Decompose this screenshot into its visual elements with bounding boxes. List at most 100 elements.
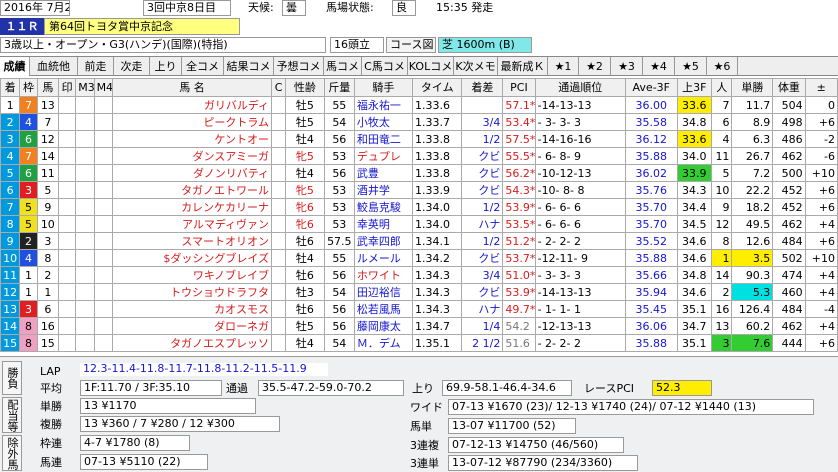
- col-header-13[interactable]: PCI: [502, 78, 536, 97]
- col-header-14[interactable]: 通過順位: [534, 78, 626, 97]
- cell-着: 13: [0, 300, 21, 318]
- cell-馬名[interactable]: ピークトラム: [111, 113, 273, 131]
- cell-枠: 7: [19, 96, 38, 114]
- cell-枠: 4: [19, 249, 38, 267]
- cell-±: +4: [804, 317, 838, 335]
- tab-4[interactable]: 上り: [150, 57, 182, 76]
- cell-馬名[interactable]: $ダッシングブレイズ: [111, 249, 273, 267]
- cell-M4: [93, 215, 113, 233]
- cell-印: [58, 266, 77, 284]
- table-row[interactable]: 7 5 9 カレンケカリーナ 牝6 53 鮫島克駿 1.34.0 1/2 53.9* - 6- 6-…: [0, 198, 838, 216]
- table-row[interactable]: 10 4 8 $ダッシングブレイズ 牡4 55 ルメール 1.34.2 クビ 53.7* -12-1…: [0, 249, 838, 267]
- cell-馬名[interactable]: カレンケカリーナ: [111, 198, 273, 216]
- cell-馬名[interactable]: タガノエトワール: [111, 181, 273, 199]
- col-header-6[interactable]: 馬 名: [111, 78, 273, 97]
- table-row[interactable]: 9 2 3 スマートオリオン 牡6 57.5 武幸四郎 1.34.1 1/2 51.2* - 2- …: [0, 232, 838, 250]
- cell-性齢: 牡6: [285, 300, 325, 318]
- table-row[interactable]: 6 3 5 タガノエトワール 牝5 53 酒井学 1.33.9 クビ 54.3* -10- 8- 8…: [0, 181, 838, 199]
- tab-3[interactable]: 次走: [114, 57, 150, 76]
- side-tab-payouts[interactable]: 配当等: [2, 397, 22, 433]
- cell-M3: [75, 283, 95, 301]
- col-header-5[interactable]: M4: [93, 78, 113, 97]
- col-header-11[interactable]: タイム: [411, 78, 463, 97]
- tab-8[interactable]: 馬コメ: [324, 57, 362, 76]
- cell-馬名[interactable]: トウショウドラフタ: [111, 283, 273, 301]
- tab-1[interactable]: 血統他: [30, 57, 78, 76]
- tab-2[interactable]: 前走: [78, 57, 114, 76]
- col-header-15[interactable]: Ave-3F: [624, 78, 678, 97]
- cell-Ave-3F: 36.06: [624, 317, 678, 335]
- col-header-16[interactable]: 上3F: [676, 78, 713, 97]
- tab-5[interactable]: 全コメ: [182, 57, 224, 76]
- cell-体重: 444: [772, 334, 806, 352]
- table-row[interactable]: 14 8 16 ダローネガ 牡5 56 藤岡康太 1.34.7 1/4 54.2 -12-13-13…: [0, 317, 838, 335]
- col-header-10[interactable]: 騎手: [353, 78, 413, 97]
- col-header-3[interactable]: 印: [58, 78, 77, 97]
- cell-着差: 3/4: [461, 113, 504, 131]
- cell-馬: 5: [36, 181, 60, 199]
- tab-16[interactable]: ★4: [643, 57, 675, 76]
- col-header-0[interactable]: 着: [0, 78, 21, 97]
- cell-通過順位: -10- 8- 8: [534, 181, 626, 199]
- table-row[interactable]: 2 4 7 ピークトラム 牡5 54 小牧太 1.33.7 3/4 53.4* - 3- 3- 33…: [0, 113, 838, 131]
- cell-騎手: Ｍ．デム: [353, 334, 413, 352]
- col-header-17[interactable]: 人: [710, 78, 733, 97]
- cell-馬名[interactable]: スマートオリオン: [111, 232, 273, 250]
- table-row[interactable]: 5 6 11 ダノンリバティ 牡4 56 武豊 1.33.8 クビ 56.2* -10-12-13 3…: [0, 164, 838, 182]
- tab-7[interactable]: 予想コメ: [274, 57, 324, 76]
- table-row[interactable]: 15 8 15 タガノエスプレッソ 牡4 54 Ｍ．デム 1.35.1 2 1/2 51.6- 2…: [0, 334, 838, 352]
- cell-単勝: 126.4: [731, 300, 774, 318]
- cell-枠: 3: [19, 181, 38, 199]
- cell-馬名[interactable]: ダローネガ: [111, 317, 273, 335]
- cell-タイム: 1.33.7: [411, 113, 463, 131]
- course-map-button[interactable]: コース図: [386, 37, 436, 53]
- cell-馬名[interactable]: ダノンリバティ: [111, 164, 273, 182]
- cell-着: 11: [0, 266, 21, 284]
- cell-馬名[interactable]: ワキノブレイブ: [111, 266, 273, 284]
- col-header-1[interactable]: 枠: [19, 78, 38, 97]
- table-row[interactable]: 8 5 10 アルマディヴァン 牝6 53 幸英明 1.34.0 ハナ 53.5* - 6- 6- …: [0, 215, 838, 233]
- table-row[interactable]: 4 7 14 ダンスアミーガ 牝5 53 デュプレ 1.33.8 クビ 55.5* - 6- 8- …: [0, 147, 838, 165]
- cell-馬名[interactable]: ダンスアミーガ: [111, 147, 273, 165]
- col-header-20[interactable]: ±: [804, 78, 838, 97]
- tab-17[interactable]: ★5: [675, 57, 707, 76]
- col-header-18[interactable]: 単勝: [731, 78, 774, 97]
- table-row[interactable]: 1 7 13 ガリバルディ 牡5 55 福永祐一 1.33.6 57.1* -14-13-13 36…: [0, 96, 838, 114]
- side-tab-silks[interactable]: 勝負服: [0, 361, 22, 395]
- tab-12[interactable]: 最新成Ｋ: [498, 57, 548, 76]
- table-row[interactable]: 3 6 12 ケントオー 牡4 56 和田竜二 1.33.8 1/2 57.5* -14-16-16…: [0, 130, 838, 148]
- table-row[interactable]: 12 1 1 トウショウドラフタ 牡3 54 田辺裕信 1.34.3 クビ 53.9* -14-13…: [0, 283, 838, 301]
- col-header-4[interactable]: M3: [75, 78, 95, 97]
- tab-14[interactable]: ★2: [579, 57, 611, 76]
- cell-着: 12: [0, 283, 21, 301]
- tab-9[interactable]: C馬コメ: [362, 57, 408, 76]
- tab-10[interactable]: KOLコメ: [408, 57, 454, 76]
- col-header-7[interactable]: C: [271, 78, 287, 97]
- cell-タイム: 1.34.7: [411, 317, 463, 335]
- table-row[interactable]: 13 3 6 カオスモス 牡6 56 松若風馬 1.34.3 ハナ 49.7* - 1- 1- 13…: [0, 300, 838, 318]
- cell-人: 7: [710, 96, 733, 114]
- tab-0[interactable]: 成績: [0, 57, 30, 76]
- side-tab-scratched[interactable]: 除外馬: [2, 435, 22, 471]
- cell-馬名[interactable]: ケントオー: [111, 130, 273, 148]
- table-row[interactable]: 11 1 2 ワキノブレイブ 牡6 56 ホワイト 1.34.3 3/4 51.0* - 3- 3-…: [0, 266, 838, 284]
- cell-馬名[interactable]: タガノエスプレッソ: [111, 334, 273, 352]
- tab-6[interactable]: 結果コメ: [224, 57, 274, 76]
- cell-着: 15: [0, 334, 21, 352]
- col-header-8[interactable]: 性齢: [285, 78, 325, 97]
- tab-18[interactable]: ★6: [707, 57, 738, 76]
- cell-着: 14: [0, 317, 21, 335]
- cell-M4: [93, 283, 113, 301]
- col-header-12[interactable]: 着差: [461, 78, 504, 97]
- cell-馬名[interactable]: カオスモス: [111, 300, 273, 318]
- col-header-9[interactable]: 斤量: [323, 78, 355, 97]
- tab-13[interactable]: ★1: [548, 57, 579, 76]
- col-header-2[interactable]: 馬: [36, 78, 60, 97]
- cell-Ave-3F: 35.76: [624, 181, 678, 199]
- tab-11[interactable]: K次メモ: [454, 57, 498, 76]
- cell-馬名[interactable]: ガリバルディ: [111, 96, 273, 114]
- col-header-19[interactable]: 体重: [772, 78, 806, 97]
- cell-馬名[interactable]: アルマディヴァン: [111, 215, 273, 233]
- cell-性齢: 牡5: [285, 113, 325, 131]
- tab-15[interactable]: ★3: [611, 57, 643, 76]
